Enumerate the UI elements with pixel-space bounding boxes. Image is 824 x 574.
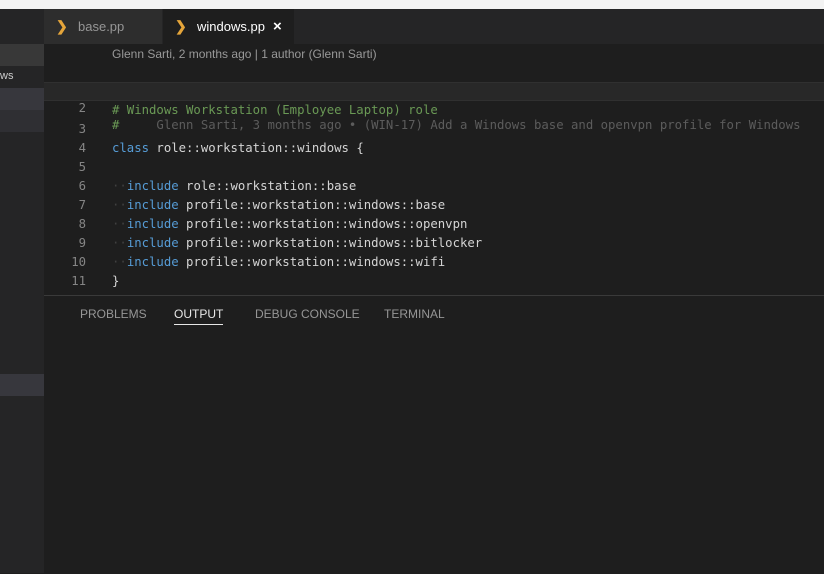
code-line-current: 2 # Glenn Sarti, 3 months ago • (WIN-17)… bbox=[44, 82, 824, 132]
tab-base-pp[interactable]: ❯ base.pp bbox=[44, 9, 163, 44]
editor-tab-bar: ❯ base.pp ❯ windows.pp × bbox=[44, 9, 824, 44]
code-text: } bbox=[112, 274, 120, 288]
sidebar-item[interactable] bbox=[0, 374, 44, 396]
code-editor[interactable]: Glenn Sarti, 2 months ago | 1 author (Gl… bbox=[44, 44, 824, 295]
git-blame-codelens[interactable]: Glenn Sarti, 2 months ago | 1 author (Gl… bbox=[112, 47, 377, 61]
sidebar-item[interactable] bbox=[0, 110, 44, 132]
puppet-file-icon: ❯ bbox=[56, 18, 68, 34]
code-line: 10 } bbox=[44, 234, 824, 288]
code-line: 9 ··include profile::workstation::window… bbox=[44, 215, 824, 269]
tab-terminal[interactable]: TERMINAL bbox=[384, 307, 445, 321]
code-line: 7 ··include profile::workstation::window… bbox=[44, 177, 824, 231]
close-icon[interactable]: × bbox=[273, 18, 282, 35]
code-line: 5 ··include role::workstation::base bbox=[44, 139, 824, 193]
sidebar-item-label: ws bbox=[0, 70, 14, 82]
sidebar-item-selected[interactable] bbox=[0, 88, 44, 110]
line-number: 11 bbox=[71, 274, 86, 288]
tab-label: windows.pp bbox=[197, 19, 265, 34]
tab-debug-console[interactable]: DEBUG CONSOLE bbox=[255, 307, 360, 321]
sidebar-section-header[interactable] bbox=[0, 44, 44, 66]
code-line: 3 class role::workstation::windows { bbox=[44, 101, 824, 155]
line-code: } bbox=[112, 272, 119, 291]
bottom-panel: PROBLEMS OUTPUT DEBUG CONSOLE TERMINAL bbox=[44, 295, 824, 574]
code-line: 6 ··include profile::workstation::window… bbox=[44, 158, 824, 212]
tab-label: base.pp bbox=[78, 19, 125, 34]
tab-output[interactable]: OUTPUT bbox=[174, 307, 224, 325]
code-line: 8 ··include profile::workstation::window… bbox=[44, 196, 824, 250]
tab-windows-pp[interactable]: ❯ windows.pp × bbox=[163, 9, 294, 44]
puppet-file-icon: ❯ bbox=[175, 18, 187, 34]
code-line: 11 bbox=[44, 253, 824, 288]
tab-problems[interactable]: PROBLEMS bbox=[80, 307, 147, 321]
code-line: 4 bbox=[44, 120, 824, 155]
explorer-sidebar: ws bbox=[0, 9, 44, 573]
code-line: 1 # Windows Workstation (Employee Laptop… bbox=[44, 63, 824, 117]
window-top-strip bbox=[0, 0, 824, 9]
